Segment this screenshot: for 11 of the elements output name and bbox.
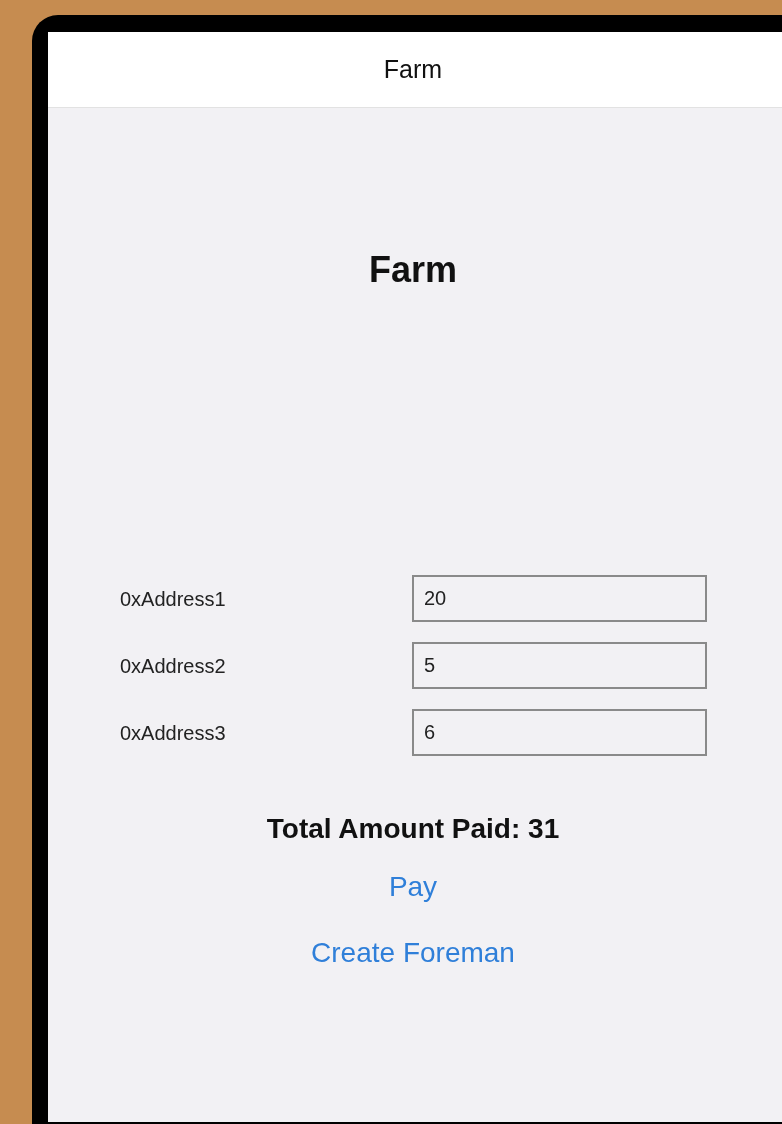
address-label: 0xAddress1	[120, 586, 227, 612]
total-amount-text: Total Amount Paid: 31	[266, 812, 560, 846]
address-label: 0xAddress3	[120, 720, 227, 746]
text-button[interactable]: Create Foreman	[311, 932, 515, 974]
address-label: 0xAddress2	[120, 653, 227, 679]
amount-field[interactable]: 5	[412, 642, 707, 689]
text-button[interactable]: Pay	[388, 866, 438, 908]
page-heading: Farm	[369, 248, 457, 292]
amount-field[interactable]: 6	[412, 709, 707, 756]
nav-title: Farm	[383, 53, 444, 85]
amount-field[interactable]: 20	[412, 575, 707, 622]
